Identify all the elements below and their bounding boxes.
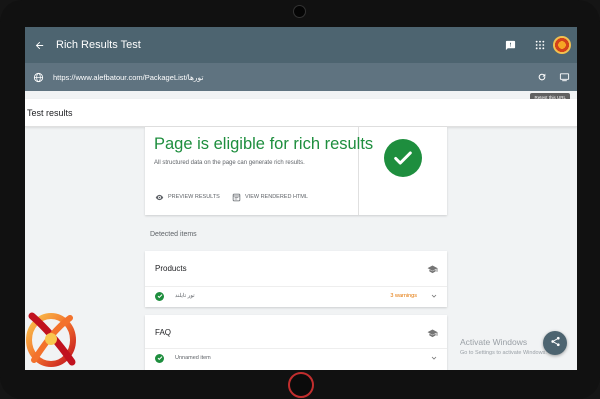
globe-icon: [29, 68, 47, 86]
checkmark-icon: [384, 139, 422, 177]
eye-icon: [154, 192, 164, 202]
results-title: Test results: [27, 107, 73, 118]
item-name: تور تایلند: [175, 293, 195, 299]
code-page-icon: [231, 192, 241, 202]
apps-grid-icon[interactable]: [529, 34, 551, 56]
summary-card: Page is eligible for rich results All st…: [145, 127, 447, 215]
valid-check-icon: [155, 291, 164, 301]
valid-check-icon: [155, 353, 164, 363]
preview-results-button[interactable]: PREVIEW RESULTS: [154, 192, 220, 202]
faq-heading: FAQ: [155, 328, 172, 337]
front-camera: [293, 5, 306, 18]
url-bar: https://www.alefbatour.com/PackageList/ت…: [25, 63, 577, 91]
feedback-icon[interactable]: [499, 34, 521, 56]
tested-url[interactable]: https://www.alefbatour.com/PackageList/ت…: [53, 73, 533, 82]
account-avatar[interactable]: [553, 36, 571, 54]
list-item[interactable]: Unnamed item: [145, 348, 447, 367]
item-name: Unnamed item: [175, 355, 211, 361]
app-toolbar: Rich Results Test: [25, 27, 577, 63]
view-rendered-html-label: VIEW RENDERED HTML: [245, 194, 308, 200]
summary-text-area: Page is eligible for rich results All st…: [145, 127, 373, 215]
reload-icon[interactable]: [533, 68, 551, 86]
detected-items-label: Detected items: [150, 231, 197, 238]
screen: Rich Results Test https://www.alefbatour…: [25, 27, 577, 370]
products-heading: Products: [155, 264, 187, 273]
activate-windows-subtitle: Go to Settings to activate Windows.: [460, 350, 547, 356]
products-card[interactable]: Products تور تایلند 3 warnings: [145, 251, 447, 307]
eligible-subtitle: All structured data on the page can gene…: [154, 160, 305, 166]
brand-logo: [22, 308, 80, 370]
warnings-count: 3 warnings: [390, 293, 417, 299]
activate-windows-title: Activate Windows: [460, 337, 528, 347]
graduation-cap-icon: [426, 328, 438, 338]
eligible-title: Page is eligible for rich results: [154, 135, 374, 153]
graduation-cap-icon: [426, 264, 438, 274]
desktop-icon[interactable]: [555, 68, 573, 86]
home-button[interactable]: [288, 372, 314, 398]
faq-card[interactable]: FAQ Unnamed item: [145, 315, 447, 370]
chevron-down-icon[interactable]: [429, 353, 439, 363]
chevron-down-icon[interactable]: [429, 291, 439, 301]
results-header: Test results: [25, 99, 577, 127]
back-arrow-icon[interactable]: [28, 34, 50, 56]
share-icon: [550, 334, 561, 352]
preview-results-label: PREVIEW RESULTS: [168, 194, 220, 200]
share-button[interactable]: [543, 331, 567, 355]
list-item[interactable]: تور تایلند 3 warnings: [145, 286, 447, 305]
tablet-frame: Rich Results Test https://www.alefbatour…: [0, 0, 600, 399]
app-title: Rich Results Test: [56, 39, 141, 51]
view-rendered-html-button[interactable]: VIEW RENDERED HTML: [231, 192, 308, 202]
